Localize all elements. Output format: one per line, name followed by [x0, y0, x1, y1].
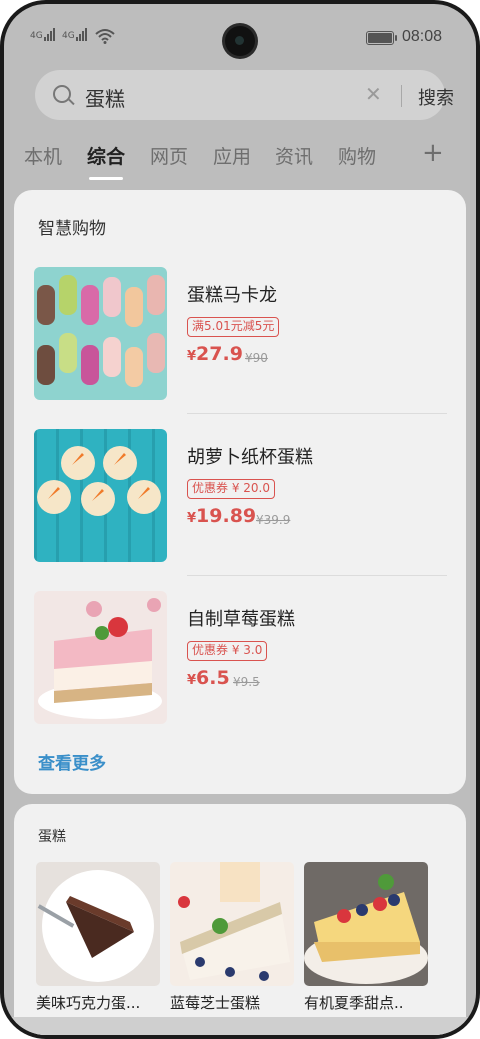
- currency-symbol: ¥: [187, 349, 197, 364]
- item-image: [36, 862, 160, 986]
- wifi-icon: [95, 29, 115, 44]
- price-value: 27.9: [196, 343, 243, 365]
- signal-bars-icon: [43, 28, 55, 41]
- category-tabs: 本机 综合 网页 应用 资讯 购物: [4, 142, 476, 184]
- tab-web[interactable]: 网页: [150, 142, 188, 169]
- search-bar[interactable]: 蛋糕 ✕ 搜索: [35, 70, 454, 120]
- screen-bottom-edge: [4, 1017, 476, 1035]
- tab-all[interactable]: 综合: [87, 142, 125, 180]
- product-name: 蛋糕马卡龙: [187, 285, 277, 306]
- cake-section-card: 蛋糕 美味巧克力蛋... 蓝莓芝士蛋糕 有机夏季甜点..: [14, 804, 466, 1035]
- product-name: 胡萝卜纸杯蛋糕: [187, 447, 313, 468]
- item-image: [304, 862, 428, 986]
- phone-frame: 4G 4G 08:08 蛋糕 ✕ 搜索 本机 综合 网页 应用 资讯 购物 +: [0, 0, 480, 1039]
- see-more-link[interactable]: 查看更多: [38, 749, 106, 774]
- item-name: 美味巧克力蛋...: [36, 994, 141, 1012]
- product-item[interactable]: 蛋糕马卡龙 满5.01元减5元 ¥27.9 ¥90: [34, 267, 454, 401]
- search-icon: [53, 85, 71, 103]
- original-price: ¥9.5: [233, 675, 260, 689]
- front-camera: [225, 26, 255, 56]
- product-image: [34, 591, 167, 724]
- product-price: ¥19.89: [187, 505, 256, 527]
- screen: 4G 4G 08:08 蛋糕 ✕ 搜索 本机 综合 网页 应用 资讯 购物 +: [4, 4, 476, 1035]
- product-image: [34, 429, 167, 562]
- original-price: ¥39.9: [256, 513, 291, 527]
- coupon-badge: 优惠券 ¥ 20.0: [187, 479, 275, 499]
- tab-news[interactable]: 资讯: [275, 142, 313, 169]
- promo-badge: 满5.01元减5元: [187, 317, 280, 337]
- product-price: ¥6.5: [187, 667, 230, 689]
- price-value: 19.89: [196, 505, 257, 527]
- clock: 08:08: [402, 28, 443, 45]
- signal-indicator-1: 4G: [30, 28, 55, 41]
- item-name: 蓝莓芝士蛋糕: [170, 994, 261, 1012]
- card-title: 智慧购物: [38, 219, 106, 239]
- grid-item[interactable]: 蓝莓芝士蛋糕: [170, 862, 294, 1013]
- currency-symbol: ¥: [187, 673, 197, 688]
- product-item[interactable]: 自制草莓蛋糕 优惠券 ¥ 3.0 ¥6.5 ¥9.5: [34, 591, 454, 725]
- signal-label: 4G: [30, 31, 43, 41]
- card-title: 蛋糕: [38, 829, 66, 845]
- signal-label: 4G: [62, 31, 75, 41]
- divider: [187, 575, 447, 576]
- search-input[interactable]: 蛋糕: [85, 83, 125, 112]
- search-button[interactable]: 搜索: [418, 84, 454, 110]
- original-price: ¥90: [245, 351, 268, 365]
- item-image: [170, 862, 294, 986]
- item-name: 有机夏季甜点..: [304, 994, 404, 1012]
- product-item[interactable]: 胡萝卜纸杯蛋糕 优惠券 ¥ 20.0 ¥19.89 ¥39.9: [34, 429, 454, 563]
- search-divider: [401, 85, 402, 107]
- tab-local[interactable]: 本机: [24, 142, 62, 169]
- currency-symbol: ¥: [187, 511, 197, 526]
- tab-shopping[interactable]: 购物: [338, 142, 376, 169]
- coupon-badge: 优惠券 ¥ 3.0: [187, 641, 268, 661]
- battery-icon: [366, 31, 397, 45]
- signal-bars-icon: [75, 28, 87, 41]
- add-tab-button[interactable]: +: [422, 138, 444, 168]
- product-price: ¥27.9: [187, 343, 243, 365]
- grid-item[interactable]: 美味巧克力蛋...: [36, 862, 160, 1013]
- status-bar: 4G 4G 08:08: [4, 4, 476, 64]
- smart-shopping-card: 智慧购物 蛋糕马卡龙 满5.01元减5元 ¥27.9 ¥90 胡萝卜纸杯蛋糕 优…: [14, 190, 466, 794]
- price-value: 6.5: [196, 667, 230, 689]
- divider: [187, 413, 447, 414]
- grid-item[interactable]: 有机夏季甜点..: [304, 862, 428, 1013]
- product-image: [34, 267, 167, 400]
- product-name: 自制草莓蛋糕: [187, 609, 295, 630]
- tab-apps[interactable]: 应用: [213, 142, 251, 169]
- close-icon[interactable]: ✕: [365, 84, 382, 104]
- signal-indicator-2: 4G: [62, 28, 87, 41]
